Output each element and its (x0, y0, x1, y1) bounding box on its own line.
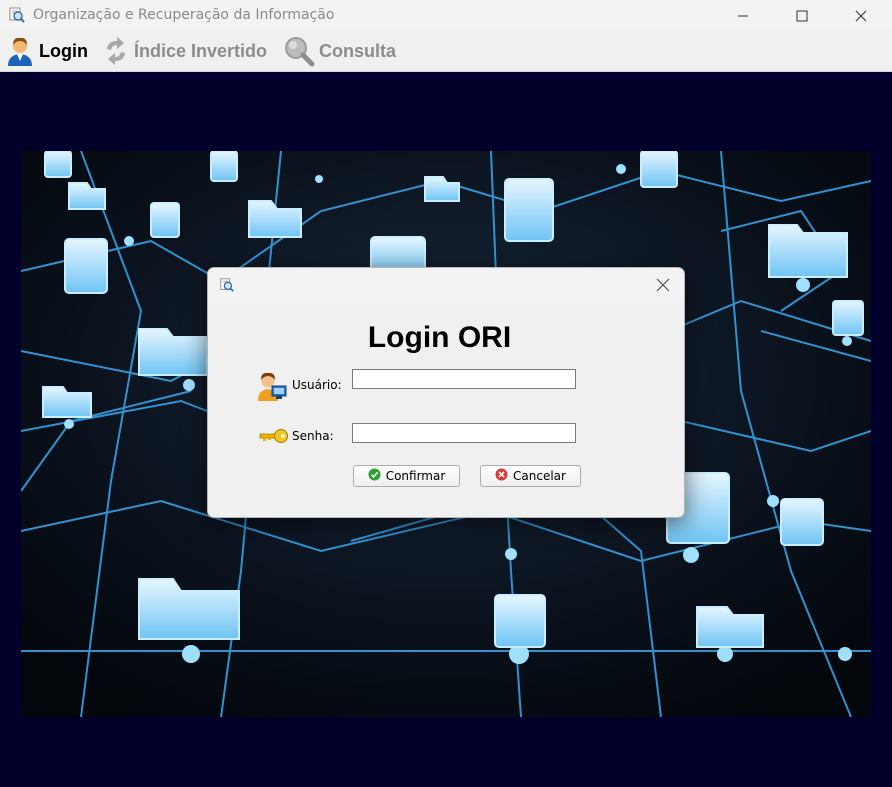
cancel-icon (495, 468, 508, 484)
menu-item-label: Login (39, 40, 88, 61)
window-title: Organização e Recuperação da Informação (33, 7, 335, 23)
key-icon (258, 428, 290, 449)
password-label: Senha: (292, 429, 334, 443)
password-input[interactable] (352, 423, 576, 443)
cancel-button-label: Cancelar (513, 469, 566, 483)
cancel-button[interactable]: Cancelar (480, 465, 581, 487)
minimize-button[interactable] (720, 0, 766, 31)
menu-item-label: Consulta (319, 40, 397, 61)
menu-bar: Login Índice Invertido Consulta (0, 31, 892, 72)
username-input[interactable] (352, 369, 576, 389)
dialog-close-button[interactable] (656, 278, 670, 292)
window-titlebar[interactable]: Organização e Recuperação da Informação (0, 0, 892, 31)
refresh-arrows-icon (107, 37, 125, 65)
user-computer-icon (256, 370, 290, 407)
maximize-button[interactable] (779, 0, 825, 31)
magnifier-document-icon (219, 277, 235, 293)
username-label: Usuário: (292, 378, 342, 392)
login-dialog: Login ORI Usuário: Senha: Confirmar Canc… (207, 267, 685, 518)
menu-item-query[interactable]: Consulta (283, 35, 396, 67)
dialog-titlebar[interactable] (208, 268, 684, 304)
dialog-heading: Login ORI (367, 321, 512, 354)
close-icon (656, 278, 670, 292)
confirm-button-label: Confirmar (385, 469, 446, 483)
magnifier-document-icon (8, 6, 26, 24)
close-button[interactable] (838, 0, 884, 31)
close-icon (855, 10, 867, 21)
user-icon (8, 37, 32, 66)
minimize-icon (738, 15, 748, 16)
confirm-button[interactable]: Confirmar (353, 465, 460, 487)
maximize-icon (796, 10, 808, 21)
menu-item-label: Índice Invertido (134, 40, 268, 61)
check-icon (368, 468, 381, 484)
menu-item-inverted-index[interactable]: Índice Invertido (102, 35, 267, 67)
menu-item-login[interactable]: Login (5, 35, 88, 67)
search-icon (285, 37, 315, 67)
